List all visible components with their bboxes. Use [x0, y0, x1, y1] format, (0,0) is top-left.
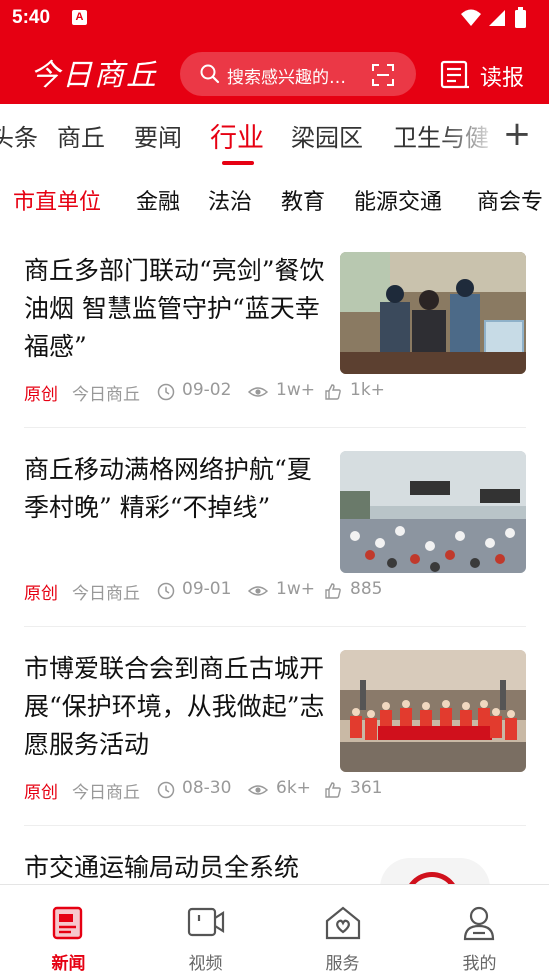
nav-news[interactable]: 新闻 — [0, 885, 137, 976]
channel-tabs: 头条 商丘 要闻 行业 梁园区 卫生与健 + — [0, 104, 549, 168]
subtab-law[interactable]: 法治 — [208, 184, 252, 216]
tab-shangqiu[interactable]: 商丘 — [57, 118, 105, 153]
clock-icon — [157, 383, 175, 406]
tab-news[interactable]: 要闻 — [134, 118, 182, 153]
news-likes: 1k+ — [350, 380, 385, 400]
news-source: 今日商丘 — [72, 584, 140, 604]
nav-video[interactable]: 视频 — [137, 885, 274, 976]
nav-service[interactable]: 服务 — [274, 885, 411, 976]
news-item[interactable]: 商丘多部门联动“亮剑”餐饮油烟 智慧监管守护“蓝天幸福感” 原创 今日商丘 09… — [24, 252, 526, 412]
news-views: 1w+ — [276, 380, 315, 400]
subtab-chamber[interactable]: 商会专 — [477, 184, 543, 216]
news-title[interactable]: 市博爱联合会到商丘古城开展“保护环境，从我做起”志愿服务活动 — [24, 650, 329, 764]
tab-headline[interactable]: 头条 — [0, 118, 38, 153]
clock-icon — [157, 781, 175, 804]
wifi-icon — [461, 9, 481, 26]
profile-icon — [461, 905, 497, 945]
search-icon — [200, 64, 220, 88]
read-paper-label: 读报 — [480, 66, 525, 91]
original-tag: 原创 — [24, 783, 58, 803]
eye-icon — [247, 383, 269, 406]
scan-icon[interactable] — [372, 64, 394, 90]
status-time: 5:40 — [12, 7, 51, 28]
search-placeholder: 搜索感兴趣的… — [227, 68, 346, 88]
news-likes: 885 — [350, 579, 383, 599]
divider — [24, 427, 526, 428]
news-date: 08-30 — [182, 778, 232, 798]
subtab-finance[interactable]: 金融 — [136, 184, 180, 216]
clock-icon — [157, 582, 175, 605]
like-icon — [324, 582, 342, 605]
eye-icon — [247, 781, 269, 804]
eye-icon — [247, 582, 269, 605]
divider — [24, 825, 526, 826]
news-title[interactable]: 商丘多部门联动“亮剑”餐饮油烟 智慧监管守护“蓝天幸福感” — [24, 252, 329, 366]
news-date: 09-01 — [182, 579, 232, 599]
news-icon — [51, 905, 87, 945]
tab-liangyuan[interactable]: 梁园区 — [291, 118, 363, 153]
status-bar: 5:40 A — [0, 0, 549, 38]
divider — [24, 626, 526, 627]
app-logo[interactable]: 今日商丘 — [30, 50, 158, 94]
service-icon — [324, 905, 362, 945]
nav-profile[interactable]: 我的 — [411, 885, 548, 976]
original-tag: 原创 — [24, 385, 58, 405]
search-bar[interactable]: 搜索感兴趣的… — [180, 52, 416, 96]
news-views: 1w+ — [276, 579, 315, 599]
news-title[interactable]: 商丘移动满格网络护航“夏季村晚” 精彩“不掉线” — [24, 451, 329, 527]
app-header: 今日商丘 搜索感兴趣的… 读报 — [0, 38, 549, 104]
active-tab-indicator — [222, 161, 254, 165]
subtab-municipal[interactable]: 市直单位 — [13, 184, 101, 216]
nav-service-label: 服务 — [325, 954, 360, 974]
tab-fade — [440, 104, 500, 168]
add-channel-button[interactable]: + — [502, 114, 532, 154]
nav-news-label: 新闻 — [51, 954, 86, 974]
news-source: 今日商丘 — [72, 385, 140, 405]
bottom-navigation: 新闻 视频 服务 我的 — [0, 884, 549, 976]
news-thumbnail[interactable] — [340, 650, 526, 772]
news-item[interactable]: 商丘移动满格网络护航“夏季村晚” 精彩“不掉线” 原创 今日商丘 09-01 1… — [24, 451, 526, 611]
news-source: 今日商丘 — [72, 783, 140, 803]
signal-icon — [489, 10, 505, 26]
status-icons — [459, 6, 539, 30]
nav-profile-label: 我的 — [462, 954, 497, 974]
nav-video-label: 视频 — [188, 954, 223, 974]
news-item[interactable]: 市博爱联合会到商丘古城开展“保护环境，从我做起”志愿服务活动 原创 今日商丘 0… — [24, 650, 526, 810]
original-tag: 原创 — [24, 584, 58, 604]
like-icon — [324, 781, 342, 804]
news-title[interactable]: 市交通运输局动员全系统 — [24, 849, 329, 884]
like-icon — [324, 383, 342, 406]
video-icon — [187, 905, 225, 943]
subtab-energy-transport[interactable]: 能源交通 — [354, 184, 442, 216]
news-views: 6k+ — [276, 778, 311, 798]
notification-icon: A — [72, 10, 87, 25]
news-date: 09-02 — [182, 380, 232, 400]
subtab-education[interactable]: 教育 — [281, 184, 325, 216]
battery-icon — [515, 7, 526, 28]
tab-industry[interactable]: 行业 — [210, 116, 264, 155]
category-tabs: 市直单位 金融 法治 教育 能源交通 商会专 — [0, 168, 549, 230]
news-thumbnail[interactable] — [340, 252, 526, 374]
news-likes: 361 — [350, 778, 383, 798]
news-thumbnail[interactable] — [340, 451, 526, 573]
newspaper-icon — [440, 60, 470, 94]
